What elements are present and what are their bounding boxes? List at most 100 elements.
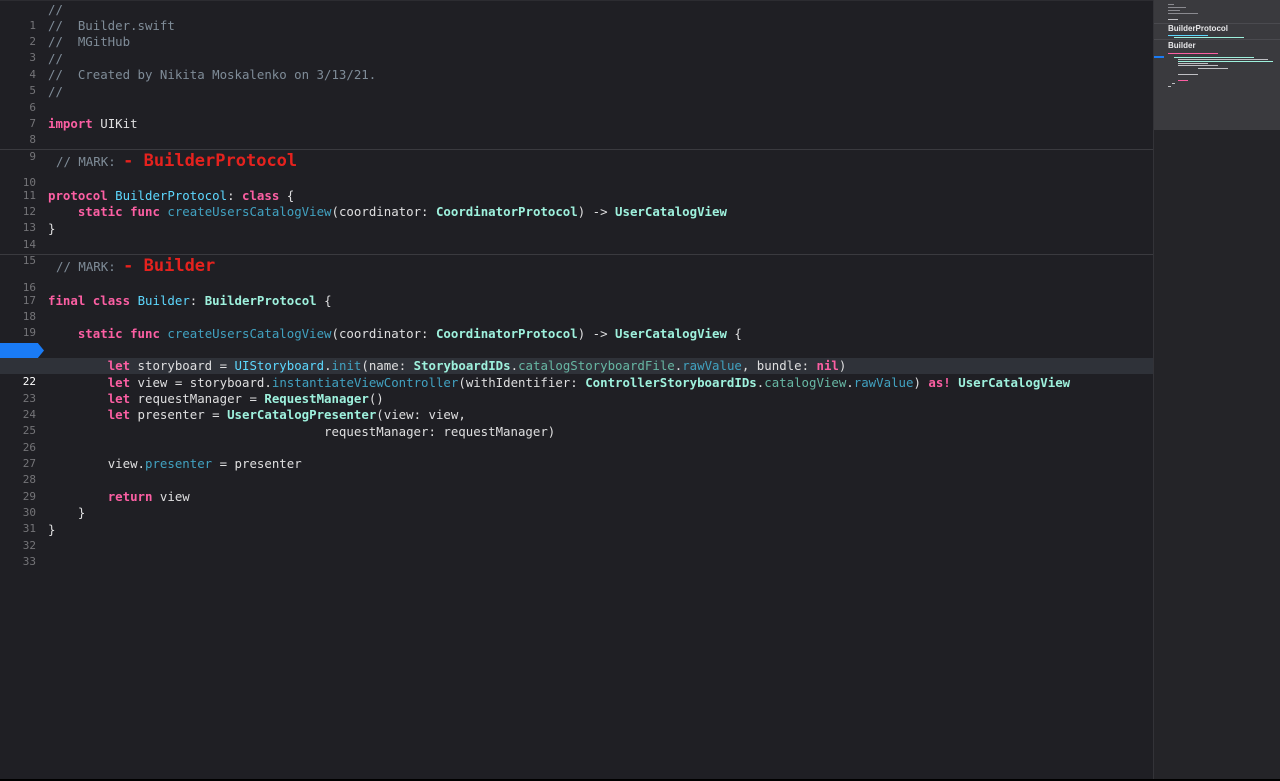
- identifier: view: [159, 489, 190, 504]
- identifier: storyboard: [189, 375, 265, 390]
- type-name: UserCatalogView: [958, 375, 1071, 390]
- type-name: BuilderProtocol: [204, 293, 317, 308]
- code-line[interactable]: 15: [0, 237, 1153, 267]
- mark-label: // MARK:: [56, 259, 116, 274]
- punctuation: }: [48, 221, 56, 236]
- comment: //: [48, 51, 63, 66]
- code-line[interactable]: 29: [0, 473, 1153, 503]
- minimap-mark-rule: [1154, 39, 1280, 40]
- type-name: CoordinatorProtocol: [435, 326, 578, 341]
- code-line[interactable]: 20 static func createUsersCatalogView(co…: [0, 326, 1153, 356]
- code-line[interactable]: 7: [0, 100, 1153, 130]
- keyword: nil: [816, 358, 839, 373]
- param-label: (view: view,: [376, 407, 466, 422]
- type-name: BuilderProtocol: [115, 188, 228, 203]
- minimap-line: [1168, 4, 1174, 5]
- minimap-line: [1168, 19, 1178, 20]
- function-name: createUsersCatalogView: [167, 326, 332, 341]
- function-name: createUsersCatalogView: [167, 204, 332, 219]
- mark-title: - Builder: [123, 256, 216, 276]
- minimap-line: [1178, 65, 1218, 66]
- minimap-line: [1174, 37, 1244, 38]
- punctuation: :: [227, 188, 235, 203]
- punctuation: }: [48, 522, 56, 537]
- comment: // MGitHub: [48, 34, 131, 49]
- keyword: static: [77, 326, 123, 341]
- comment: // Created by Nikita Moskalenko on 3/13/…: [48, 67, 377, 82]
- function-name: init: [331, 358, 362, 373]
- type-name: UserCatalogPresenter: [227, 407, 377, 422]
- minimap-line: [1168, 7, 1186, 8]
- minimap-line: [1178, 59, 1268, 60]
- identifier: UIKit: [100, 116, 138, 131]
- keyword: class: [92, 293, 131, 308]
- param-label: , bundle:: [741, 358, 810, 373]
- code-line[interactable]: 23 let view = storyboard.instantiateView…: [0, 375, 1153, 405]
- keyword: let: [107, 407, 131, 422]
- param-label: (coordinator:: [331, 204, 429, 219]
- minimap[interactable]: BuilderProtocol Builder: [1153, 0, 1280, 781]
- mark-label: // MARK:: [56, 154, 116, 169]
- punctuation: {: [734, 326, 742, 341]
- minimap-line: [1198, 68, 1228, 69]
- param-label: (name:: [361, 358, 407, 373]
- code-line[interactable]: 11: [0, 172, 1153, 202]
- keyword: return: [107, 489, 153, 504]
- identifier: storyboard =: [137, 358, 228, 373]
- property-name: catalogView: [764, 375, 847, 390]
- keyword: class: [242, 188, 280, 203]
- code-editor[interactable]: 1 // 2 // Builder.swift 3 // MGitHub 4 /…: [0, 0, 1153, 781]
- code-line[interactable]: 5 // Created by Nikita Moskalenko on 3/1…: [0, 67, 1153, 97]
- code-line[interactable]: 14 }: [0, 221, 1153, 251]
- identifier: requestManager =: [137, 391, 257, 406]
- code-line-current[interactable]: 22 let storyboard = UIStoryboard.init(na…: [0, 358, 1153, 388]
- code-line[interactable]: 27: [0, 440, 1153, 470]
- minimap-breakpoint: [1154, 56, 1164, 58]
- code-line[interactable]: 4 //: [0, 51, 1153, 81]
- code-line[interactable]: 6 //: [0, 84, 1153, 114]
- line-number: 33: [22, 555, 36, 568]
- code-line[interactable]: 24 let requestManager = RequestManager(): [0, 391, 1153, 421]
- code-line[interactable]: 19: [0, 309, 1153, 339]
- breakpoint-marker[interactable]: 21: [0, 343, 44, 358]
- code-line[interactable]: 1 //: [0, 2, 1153, 32]
- minimap-line: [1168, 13, 1198, 14]
- identifier: view =: [137, 375, 183, 390]
- code-line[interactable]: 25 let presenter = UserCatalogPresenter(…: [0, 407, 1153, 437]
- code-line[interactable]: 3 // MGitHub: [0, 34, 1153, 64]
- minimap-line: [1168, 35, 1208, 36]
- code-line[interactable]: 13 static func createUsersCatalogView(co…: [0, 204, 1153, 234]
- punctuation: ): [913, 375, 921, 390]
- punctuation: (): [368, 391, 384, 406]
- code-line[interactable]: 31 }: [0, 505, 1153, 535]
- minimap-line: [1178, 63, 1208, 64]
- keyword: static: [77, 204, 123, 219]
- code-line[interactable]: 21: [0, 342, 1153, 358]
- param-label: (withIdentifier:: [458, 375, 578, 390]
- mark-line-builder-protocol[interactable]: 10 // MARK: - BuilderProtocol: [0, 150, 1153, 189]
- code-line[interactable]: 28 view.presenter = presenter: [0, 456, 1153, 486]
- punctuation: :: [189, 293, 198, 308]
- param-label: (coordinator:: [331, 326, 429, 341]
- code-line[interactable]: 2 // Builder.swift: [0, 18, 1153, 48]
- code-line[interactable]: 12 protocol BuilderProtocol: class {: [0, 188, 1153, 218]
- code-line[interactable]: 18 final class Builder: BuilderProtocol …: [0, 293, 1153, 323]
- code-line[interactable]: 17: [0, 277, 1153, 307]
- code-line[interactable]: 33: [0, 538, 1153, 568]
- keyword: func: [130, 204, 160, 219]
- keyword: let: [107, 358, 131, 373]
- property-name: catalogStoryboardFile: [518, 358, 675, 373]
- type-name: UserCatalogView: [615, 204, 727, 219]
- code-line[interactable]: 30 return view: [0, 489, 1153, 519]
- mark-title: - BuilderProtocol: [123, 151, 298, 171]
- keyword: let: [107, 391, 131, 406]
- code-line[interactable]: 32 }: [0, 522, 1153, 552]
- identifier: = presenter: [219, 456, 302, 471]
- type-name: UIStoryboard: [234, 358, 325, 373]
- minimap-line: [1178, 80, 1188, 81]
- code-line[interactable]: 26 requestManager: requestManager): [0, 424, 1153, 454]
- mark-line-builder[interactable]: 16 // MARK: - Builder: [0, 255, 1153, 294]
- editor-top-border: [0, 0, 1153, 1]
- code-line[interactable]: 8 import UIKit: [0, 116, 1153, 146]
- code-line[interactable]: 9: [0, 133, 1153, 163]
